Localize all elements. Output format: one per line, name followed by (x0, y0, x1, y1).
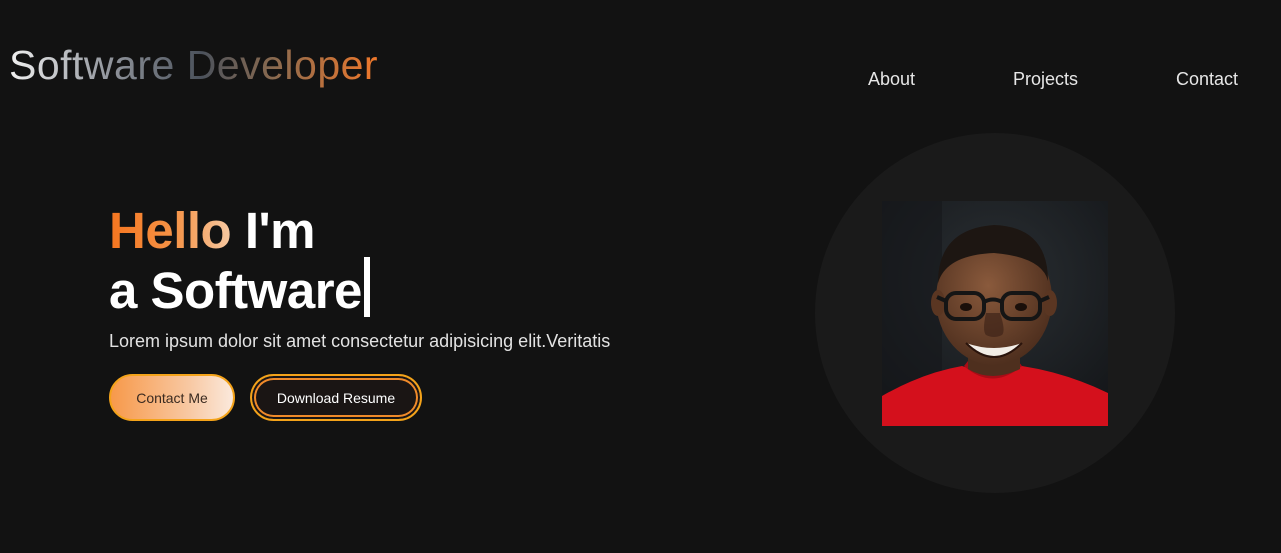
nav-projects[interactable]: Projects (1013, 69, 1078, 90)
hero-im: I'm (244, 202, 316, 259)
hero-typed-text: a Software (109, 262, 362, 319)
typing-caret (363, 257, 370, 317)
portfolio-page: Software Developer About Projects Contac… (0, 0, 1281, 553)
hero-description: Lorem ipsum dolor sit amet consectetur a… (109, 331, 611, 351)
download-resume-button[interactable]: Download Resume (250, 374, 422, 421)
hero-heading: Hello I'm a Software (109, 204, 370, 317)
contact-me-button[interactable]: Contact Me (109, 374, 235, 421)
main-nav: About Projects Contact (0, 69, 1281, 93)
hero-greeting: Hello (109, 202, 232, 259)
profile-photo (882, 201, 1108, 426)
nav-contact[interactable]: Contact (1176, 69, 1238, 90)
nav-about[interactable]: About (868, 69, 915, 90)
